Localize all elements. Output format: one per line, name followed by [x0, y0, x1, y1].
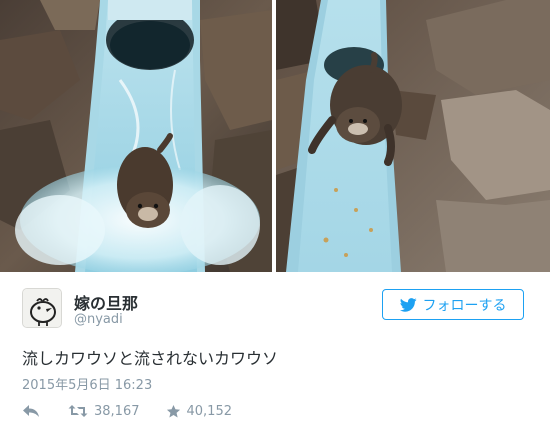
user-handle[interactable]: @nyadi: [74, 312, 123, 327]
retweet-icon: [68, 405, 88, 417]
follow-label: フォローする: [422, 297, 507, 314]
tweet-actions: 38,167 40,152: [22, 401, 232, 421]
photo-otter-sliding[interactable]: [0, 0, 272, 272]
avatar[interactable]: [22, 288, 62, 328]
like-count: 40,152: [186, 403, 233, 419]
tweet-text: 流しカワウソと流されないカワウソ: [22, 349, 279, 368]
display-name[interactable]: 嫁の旦那: [74, 290, 138, 314]
tweet-media: [0, 0, 550, 272]
retweet-button[interactable]: 38,167: [68, 404, 140, 419]
star-icon: [166, 404, 180, 417]
tweet-timestamp[interactable]: 2015年5月6日 16:23: [22, 374, 152, 393]
reply-button[interactable]: [22, 404, 40, 418]
twitter-bird-icon: [399, 297, 417, 312]
follow-button[interactable]: フォローする: [382, 289, 524, 320]
otter-sliding-image: [0, 0, 272, 272]
retweet-count: 38,167: [94, 403, 140, 419]
reply-icon: [23, 405, 39, 417]
photo-otter-holding[interactable]: [276, 0, 550, 272]
like-button[interactable]: 40,152: [166, 403, 233, 419]
bird-avatar-icon: [23, 289, 61, 327]
otter-holding-image: [276, 0, 550, 272]
